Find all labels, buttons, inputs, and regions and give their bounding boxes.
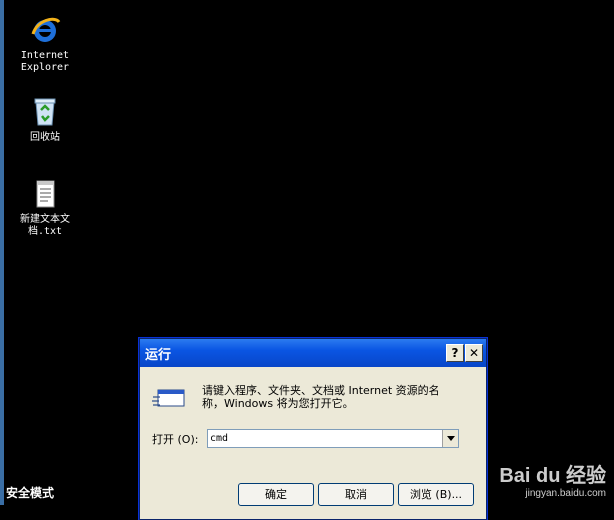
run-program-icon	[152, 389, 185, 407]
desktop-icon-label: Internet Explorer	[20, 50, 70, 73]
prompt-row: 请键入程序、文件夹、文档或 Internet 资源的名 称，Windows 将为…	[152, 384, 472, 410]
watermark-sub: jingyan.baidu.com	[525, 488, 606, 499]
watermark-main: Bai du 经验	[499, 465, 606, 487]
browse-button[interactable]: 浏览 (B)...	[398, 483, 474, 506]
close-button[interactable]: ✕	[465, 344, 483, 362]
desktop-icon-label: 新建文本文 档.txt	[20, 214, 70, 237]
open-input-value: cmd	[210, 433, 229, 444]
recycle-bin-icon	[34, 98, 56, 126]
dropdown-arrow-button[interactable]	[442, 430, 458, 447]
prompt-text: 请键入程序、文件夹、文档或 Internet 资源的名 称，Windows 将为…	[202, 384, 440, 410]
open-input[interactable]: cmd	[207, 429, 459, 448]
text-file-icon	[36, 180, 55, 208]
desktop-icon-label: 回收站	[30, 132, 60, 143]
help-button[interactable]: ?	[446, 344, 464, 362]
internet-explorer-icon	[31, 17, 61, 42]
open-label: 打开 (O):	[152, 432, 199, 446]
safe-mode-label: 安全模式	[6, 486, 55, 500]
desktop-icon-recycle-bin[interactable]: 回收站	[9, 96, 81, 144]
watermark: Bai du 经验 jingyan.baidu.com	[499, 459, 606, 499]
run-dialog: 运行 ? ✕ 请键入程序、文件夹、文档或 Internet 资源的名 称，Win…	[139, 338, 487, 520]
cancel-button[interactable]: 取消	[318, 483, 394, 506]
chevron-down-icon	[446, 436, 455, 441]
ok-button[interactable]: 确定	[238, 483, 314, 506]
open-row: 打开 (O): cmd	[152, 429, 459, 448]
desktop-icon-text-document[interactable]: 新建文本文 档.txt	[9, 178, 81, 238]
desktop-edge	[0, 0, 4, 505]
desktop-icon-internet-explorer[interactable]: Internet Explorer	[9, 14, 81, 74]
run-dialog-titlebar[interactable]: 运行 ? ✕	[140, 339, 486, 367]
dialog-title: 运行	[145, 347, 172, 363]
